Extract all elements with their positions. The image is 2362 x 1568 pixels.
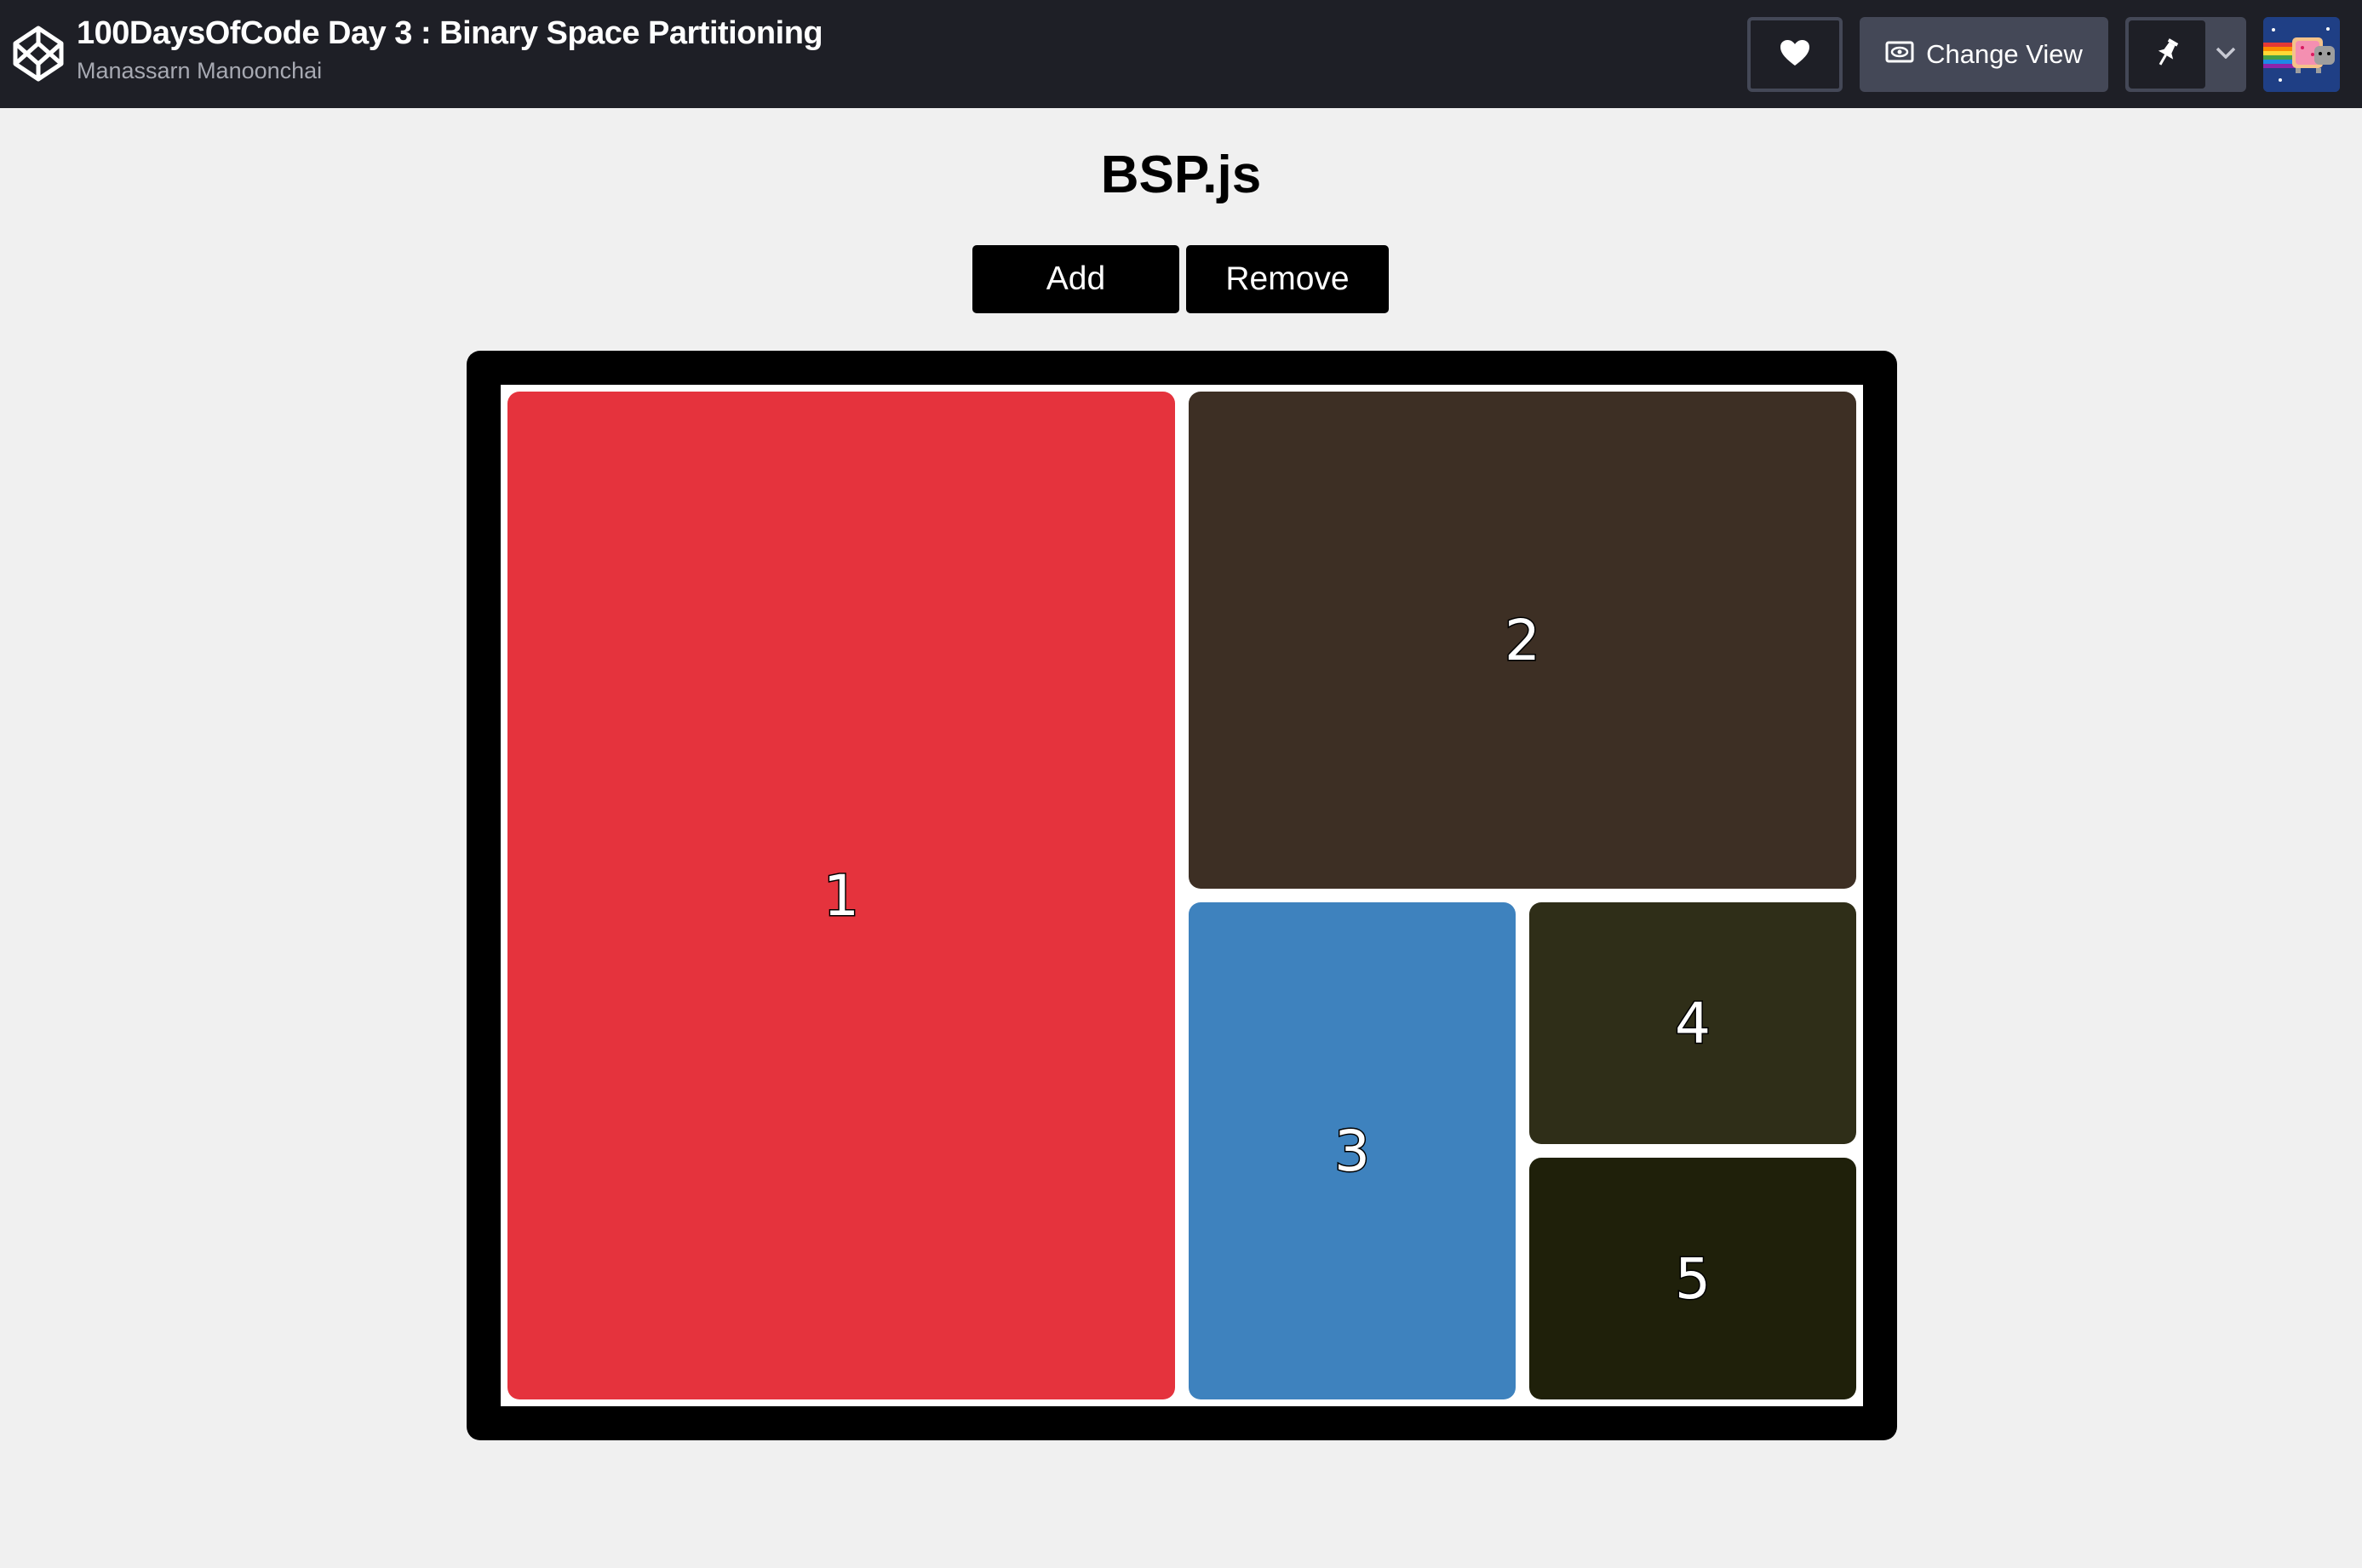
pin-control (2125, 17, 2246, 92)
page-title: BSP.js (1100, 146, 1262, 204)
bsp-canvas: 1 2 3 4 5 (501, 385, 1863, 1406)
partition-cell: 2 (1189, 392, 1856, 889)
partition-label: 2 (1504, 606, 1542, 674)
love-button[interactable] (1747, 17, 1843, 92)
chevron-down-icon (2216, 47, 2236, 63)
partition-cell: 5 (1529, 1158, 1856, 1399)
change-view-button[interactable]: Change View (1860, 17, 2108, 92)
change-view-label: Change View (1926, 39, 2083, 69)
partition-cell: 3 (1189, 902, 1516, 1399)
partition-cell: 1 (507, 392, 1175, 1399)
partition-cell: 4 (1529, 902, 1856, 1144)
eye-icon (1885, 39, 1914, 70)
top-bar: 100DaysOfCode Day 3 : Binary Space Parti… (0, 0, 2362, 108)
remove-button[interactable]: Remove (1186, 245, 1389, 313)
codepen-logo-icon[interactable] (12, 25, 65, 83)
user-avatar[interactable] (2263, 17, 2340, 92)
pen-author[interactable]: Manassarn Manoonchai (77, 58, 322, 84)
partition-label: 5 (1674, 1245, 1712, 1313)
pen-title[interactable]: 100DaysOfCode Day 3 : Binary Space Parti… (77, 15, 823, 52)
heart-icon (1780, 39, 1810, 71)
partition-label: 1 (823, 861, 861, 930)
partition-label: 3 (1333, 1117, 1372, 1185)
pin-button[interactable] (2129, 20, 2205, 89)
partition-label: 4 (1674, 989, 1712, 1057)
bsp-frame: 1 2 3 4 5 (467, 351, 1897, 1440)
pin-dropdown-button[interactable] (2207, 20, 2244, 89)
add-button[interactable]: Add (972, 245, 1179, 313)
pin-icon (2154, 37, 2180, 72)
